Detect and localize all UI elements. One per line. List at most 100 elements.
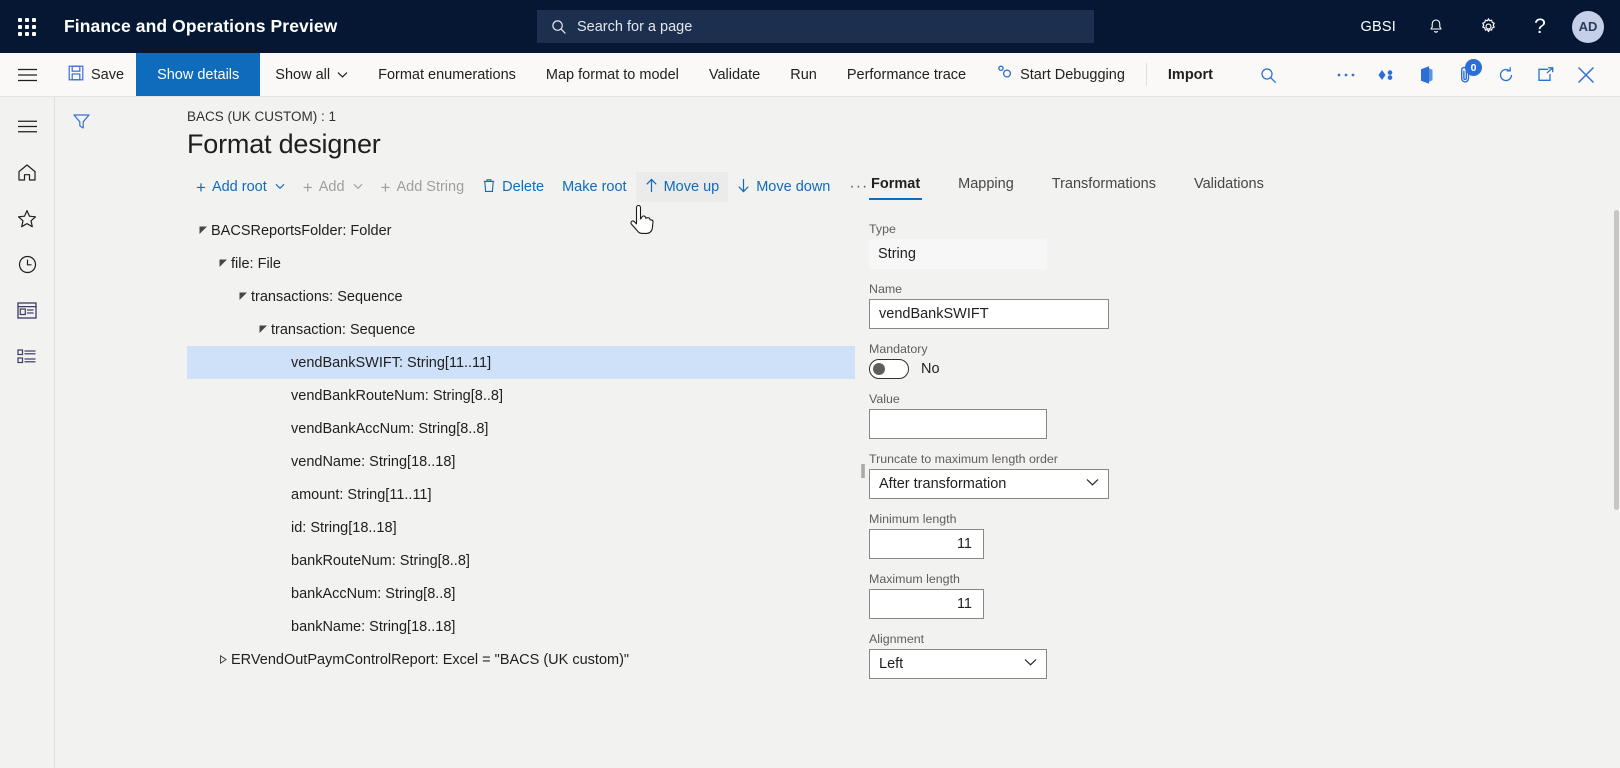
save-button[interactable]: Save [54, 53, 136, 96]
tree-node-label: transactions: Sequence [251, 288, 403, 305]
tree-node[interactable]: transaction: Sequence [187, 313, 855, 346]
max-length-input[interactable]: 11 [869, 589, 984, 619]
tree-node[interactable]: vendBankSWIFT: String[11..11] [187, 346, 855, 379]
format-enumerations-button[interactable]: Format enumerations [363, 53, 531, 96]
tab-format[interactable]: Format [869, 172, 923, 200]
caret-expanded-icon[interactable] [215, 259, 231, 268]
workspace-icon[interactable] [7, 291, 47, 329]
tree-node[interactable]: bankRouteNum: String[8..8] [187, 544, 855, 577]
move-up-button[interactable]: Move up [635, 172, 729, 202]
clock-icon[interactable] [7, 245, 47, 283]
tree-node-label: vendBankAccNum: String[8..8] [291, 420, 489, 437]
run-button[interactable]: Run [775, 53, 832, 96]
alignment-select[interactable]: Left [869, 649, 1047, 679]
tree-node-label: vendBankRouteNum: String[8..8] [291, 387, 503, 404]
home-icon[interactable] [7, 153, 47, 191]
star-icon[interactable] [7, 199, 47, 237]
format-tree[interactable]: BACSReportsFolder: Folder file: File trans… [187, 214, 855, 768]
tree-node[interactable]: transactions: Sequence [187, 280, 855, 313]
caret-expanded-icon[interactable] [235, 292, 251, 301]
refresh-icon[interactable] [1486, 53, 1526, 97]
performance-trace-button[interactable]: Performance trace [832, 53, 981, 96]
office-app-icon[interactable] [1406, 53, 1446, 97]
validate-button[interactable]: Validate [694, 53, 775, 96]
app-launcher-icon[interactable] [0, 0, 54, 53]
hamburger-menu-icon[interactable] [7, 107, 47, 145]
import-button[interactable]: Import [1153, 53, 1228, 96]
pane-splitter[interactable]: || [855, 172, 869, 768]
content-area: BACS (UK CUSTOM) : 1 Format designer + A… [54, 97, 1620, 768]
tree-node-label: id: String[18..18] [291, 519, 397, 536]
avatar[interactable]: AD [1572, 10, 1604, 43]
close-x-icon[interactable] [1566, 53, 1606, 97]
bell-icon[interactable] [1410, 0, 1462, 53]
tree-node[interactable]: file: File [187, 247, 855, 280]
search-icon [551, 19, 567, 35]
chevron-down-icon [1086, 478, 1099, 490]
search-input[interactable] [577, 18, 1066, 35]
tree-node[interactable]: bankAccNum: String[8..8] [187, 577, 855, 610]
command-search-icon[interactable] [1248, 53, 1288, 97]
plus-icon: + [380, 177, 391, 197]
scrollbar-thumb[interactable] [1614, 210, 1619, 510]
tree-node[interactable]: vendBankAccNum: String[8..8] [187, 412, 855, 445]
alignment-label: Alignment [869, 632, 925, 646]
name-input[interactable]: vendBankSWIFT [869, 299, 1109, 329]
alignment-value: Left [879, 656, 904, 672]
modules-list-icon[interactable] [7, 337, 47, 375]
name-label: Name [869, 282, 903, 296]
move-up-label: Move up [663, 179, 720, 195]
tree-node-label: vendBankSWIFT: String[11..11] [291, 354, 492, 371]
tree-node[interactable]: bankName: String[18..18] [187, 610, 855, 643]
tree-toolbar: + Add root + Add + Add String Delete Mak… [187, 172, 867, 202]
properties-scrollbar[interactable] [1613, 210, 1620, 510]
make-root-button[interactable]: Make root [553, 172, 635, 202]
tree-node-label: bankAccNum: String[8..8] [291, 585, 456, 602]
tree-node[interactable]: amount: String[11..11] [187, 478, 855, 511]
start-debugging-button[interactable]: Start Debugging [981, 53, 1140, 96]
tree-node[interactable]: id: String[18..18] [187, 511, 855, 544]
ellipsis-icon[interactable] [1326, 53, 1366, 97]
truncate-select[interactable]: After transformation [869, 469, 1109, 499]
tab-mapping[interactable]: Mapping [956, 172, 1016, 200]
add-root-button[interactable]: + Add root [187, 172, 294, 202]
command-separator [1145, 63, 1147, 86]
map-format-to-model-button[interactable]: Map format to model [531, 53, 694, 96]
format-tree-pane: + Add root + Add + Add String Delete Mak… [55, 172, 867, 768]
tab-validations[interactable]: Validations [1192, 172, 1266, 200]
filter-funnel-icon[interactable] [55, 97, 108, 145]
show-all-dropdown[interactable]: Show all [260, 53, 363, 96]
add-button: + Add [294, 172, 372, 202]
caret-expanded-icon[interactable] [255, 325, 271, 334]
tree-node[interactable]: vendBankRouteNum: String[8..8] [187, 379, 855, 412]
max-length-label: Maximum length [869, 572, 960, 586]
app-title: Finance and Operations Preview [64, 16, 338, 36]
global-search-box[interactable] [537, 10, 1094, 43]
add-string-button: + Add String [372, 172, 474, 202]
tree-node[interactable]: ERVendOutPaymControlReport: Excel = "BAC… [187, 643, 855, 676]
hamburger-menu-icon[interactable] [0, 53, 54, 96]
company-selector[interactable]: GBSI [1347, 0, 1410, 53]
caret-expanded-icon[interactable] [195, 226, 211, 235]
open-in-new-window-icon[interactable] [1526, 53, 1566, 97]
value-input[interactable] [869, 409, 1047, 439]
field-name: Name vendBankSWIFT [869, 282, 1612, 329]
tree-node-label: transaction: Sequence [271, 321, 416, 338]
mandatory-toggle[interactable] [869, 359, 909, 379]
share-diamond-icon[interactable] [1366, 53, 1406, 97]
attachment-icon[interactable]: 0 [1446, 53, 1486, 97]
caret-collapsed-icon[interactable] [215, 655, 231, 664]
chevron-down-icon [353, 182, 363, 193]
tree-node-label: vendName: String[18..18] [291, 453, 456, 470]
delete-button[interactable]: Delete [473, 172, 553, 202]
move-down-button[interactable]: Move down [728, 172, 839, 202]
tree-node[interactable]: vendName: String[18..18] [187, 445, 855, 478]
min-length-input[interactable]: 11 [869, 529, 984, 559]
question-mark-icon[interactable]: ? [1514, 0, 1566, 53]
trash-can-icon [482, 178, 496, 197]
gear-icon[interactable] [1462, 0, 1514, 53]
tab-transformations[interactable]: Transformations [1050, 172, 1158, 200]
show-details-button[interactable]: Show details [136, 53, 261, 96]
tree-node-label: file: File [231, 255, 281, 272]
tree-node[interactable]: BACSReportsFolder: Folder [187, 214, 855, 247]
